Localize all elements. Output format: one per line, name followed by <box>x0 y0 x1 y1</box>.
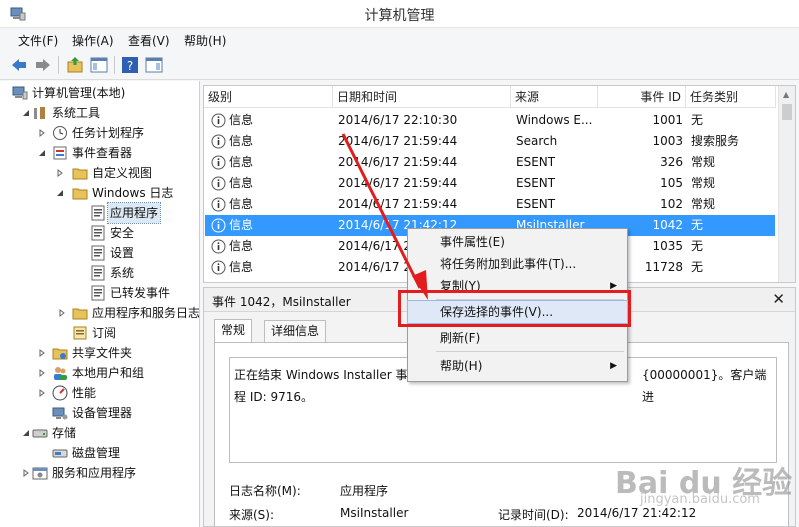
annotation-arrow <box>341 133 428 300</box>
watermark-url: jingyan.baidu.com <box>640 492 760 507</box>
